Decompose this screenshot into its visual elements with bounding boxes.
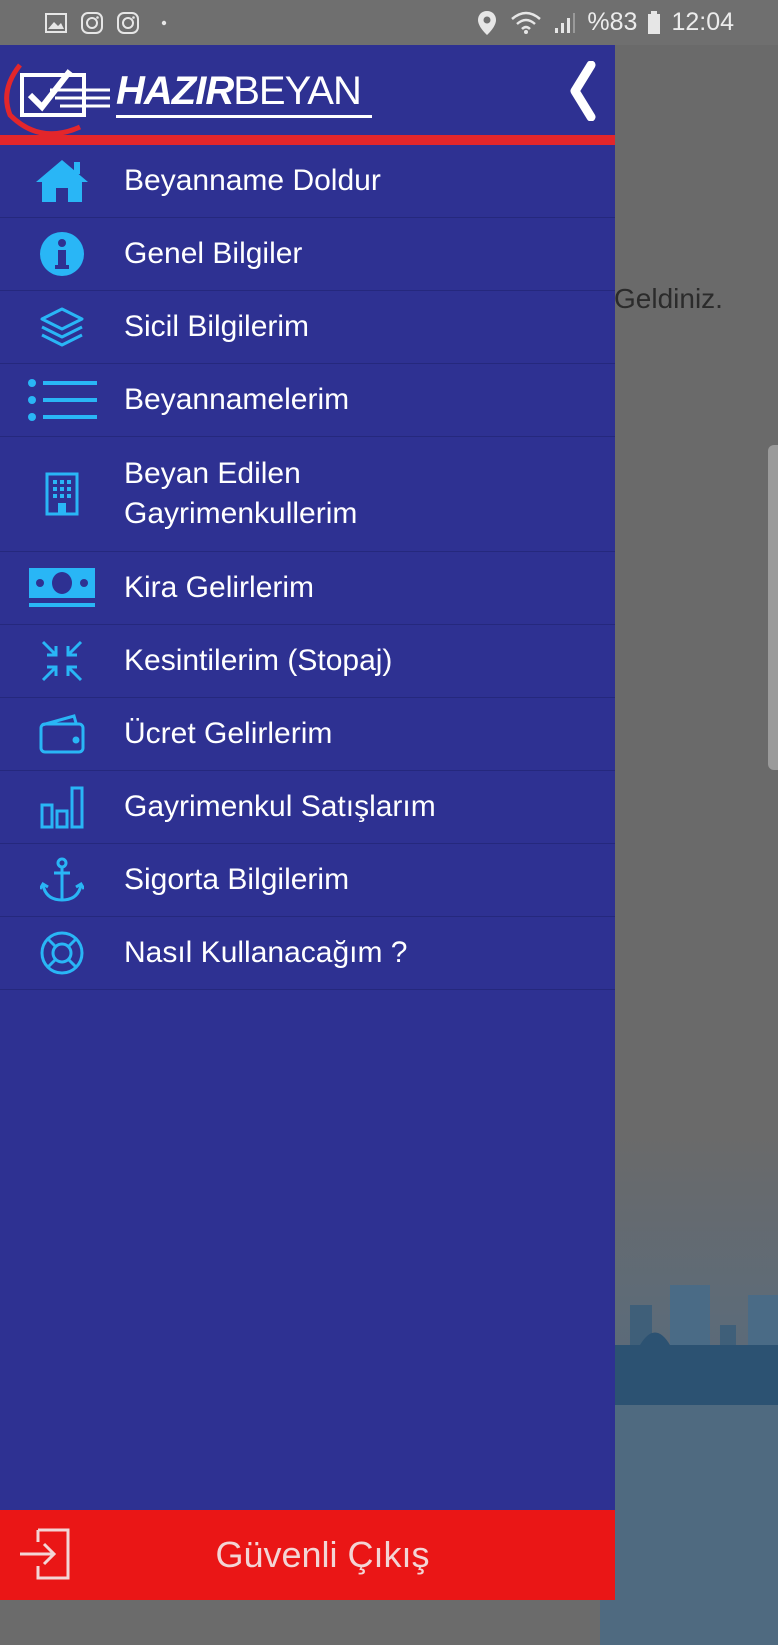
menu-item-label: Ücret Gelirlerim [124, 717, 333, 750]
menu-item-gayrimenkul-satislarim[interactable]: Gayrimenkul Satışlarım [0, 771, 615, 844]
wifi-icon [509, 11, 543, 35]
anchor-icon [0, 857, 124, 903]
menu-item-nasil-kullanacagim[interactable]: Nasıl Kullanacağım ? [0, 917, 615, 990]
menu-item-label: Beyanname Doldur [124, 164, 381, 197]
city-skyline-image [600, 1285, 778, 1645]
layers-icon [0, 306, 124, 348]
menu-item-label: Sicil Bilgilerim [124, 310, 310, 343]
menu-item-sicil-bilgilerim[interactable]: Sicil Bilgilerim [0, 291, 615, 364]
menu-item-beyan-edilen-gayrimenkullerim[interactable]: Beyan Edilen Gayrimenkullerim [0, 437, 615, 552]
logo-underline [116, 115, 372, 118]
scrollbar[interactable] [768, 445, 778, 770]
menu-item-beyanname-doldur[interactable]: Beyanname Doldur [0, 145, 615, 218]
logo-emblem-icon [4, 63, 110, 137]
notification-dot-icon [152, 11, 176, 35]
menu-item-beyannamelerim[interactable]: Beyannamelerim [0, 364, 615, 437]
menu-item-label: Genel Bilgiler [124, 237, 303, 270]
home-icon [0, 158, 124, 204]
location-icon [475, 10, 499, 35]
navigation-drawer: HAZIRBEYAN Beyanname Doldur Genel Bilgil… [0, 45, 615, 1600]
menu-item-kira-gelirlerim[interactable]: Kira Gelirlerim [0, 552, 615, 625]
menu-item-sigorta-bilgilerim[interactable]: Sigorta Bilgilerim [0, 844, 615, 917]
menu-item-label: Beyannamelerim [124, 383, 350, 416]
logo-wordmark: HAZIRBEYAN [116, 69, 362, 113]
battery-icon [647, 10, 661, 35]
menu-item-kesintilerim[interactable]: Kesintilerim (Stopaj) [0, 625, 615, 698]
app-logo: HAZIRBEYAN [0, 45, 380, 137]
menu-item-label: Nasıl Kullanacağım ? [124, 936, 408, 969]
money-icon [0, 566, 124, 610]
instagram-icon [116, 11, 140, 35]
instagram-icon [80, 11, 104, 35]
menu-item-label: Kesintilerim (Stopaj) [124, 644, 393, 677]
signal-icon [553, 11, 577, 35]
info-icon [0, 231, 124, 277]
menu-item-genel-bilgiler[interactable]: Genel Bilgiler [0, 218, 615, 291]
menu-item-label: Beyan Edilen Gayrimenkullerim [124, 457, 358, 530]
menu-item-label: Gayrimenkul Satışlarım [124, 790, 436, 823]
gallery-icon [44, 11, 68, 35]
close-drawer-button[interactable] [560, 59, 604, 123]
status-bar: %83 12:04 [0, 0, 778, 45]
menu-item-label: Sigorta Bilgilerim [124, 863, 350, 896]
compress-icon [0, 639, 124, 683]
header-divider [0, 135, 615, 145]
chevron-left-icon [570, 61, 596, 121]
drawer-menu: Beyanname Doldur Genel Bilgiler Sicil Bi… [0, 145, 615, 990]
battery-percent: %83 [587, 8, 638, 36]
menu-item-label: Kira Gelirlerim [124, 571, 315, 604]
logout-label: Güvenli Çıkış [215, 1534, 430, 1575]
drawer-header: HAZIRBEYAN [0, 45, 615, 145]
clock: 12:04 [671, 8, 734, 36]
logout-button[interactable]: Güvenli Çıkış [0, 1510, 615, 1600]
wallet-icon [0, 713, 124, 755]
menu-item-ucret-gelirlerim[interactable]: Ücret Gelirlerim [0, 698, 615, 771]
building-icon [0, 472, 124, 516]
bar-chart-icon [0, 785, 124, 829]
lifebuoy-icon [0, 930, 124, 976]
welcome-text: Geldiniz. [614, 283, 723, 314]
list-icon [0, 378, 124, 422]
